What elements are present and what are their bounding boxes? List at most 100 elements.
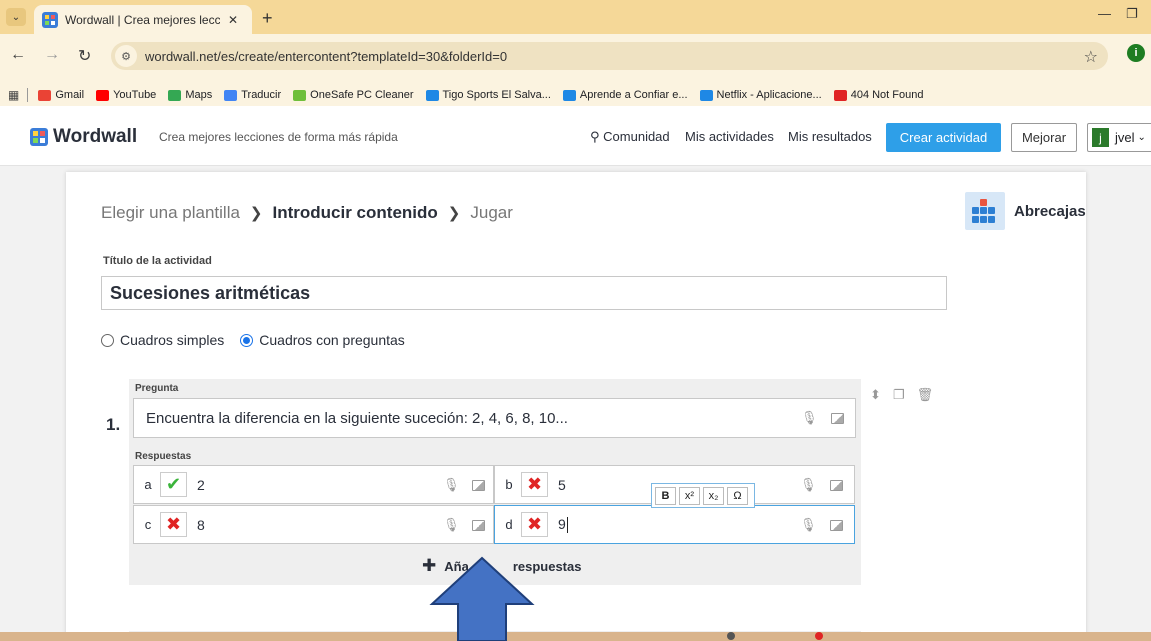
- template-boxes-icon[interactable]: [965, 192, 1005, 230]
- bookmark-star-icon[interactable]: ☆: [1084, 47, 1098, 67]
- bookmark-item[interactable]: Netflix - Aplicacione...: [699, 89, 822, 101]
- answer-text-editing[interactable]: 9: [558, 516, 568, 534]
- answer-letter: b: [505, 477, 513, 492]
- microphone-icon[interactable]: 🎙: [443, 517, 460, 533]
- reload-icon[interactable]: ↻: [78, 46, 91, 66]
- bookmark-favicon-icon: [293, 89, 307, 101]
- bookmark-item[interactable]: Aprende a Confiar e...: [562, 89, 688, 101]
- bookmark-label: Maps: [185, 89, 213, 101]
- user-menu[interactable]: j jvel ⌄: [1087, 123, 1151, 152]
- bookmark-favicon-icon: [168, 89, 182, 101]
- taskbar-app-icon[interactable]: [815, 632, 823, 640]
- microphone-icon[interactable]: 🎙: [443, 477, 460, 493]
- logo-text: Wordwall: [53, 126, 138, 147]
- answer-text[interactable]: 8: [197, 517, 205, 533]
- radio-simple-circle[interactable]: [101, 333, 114, 347]
- forward-icon[interactable]: →: [44, 46, 60, 64]
- superscript-button[interactable]: x²: [679, 486, 700, 505]
- subscript-button[interactable]: x₂: [703, 486, 724, 505]
- answer-c[interactable]: c ✖ 8 🎙: [133, 505, 494, 544]
- bookmark-favicon-icon: [699, 89, 713, 101]
- microphone-icon[interactable]: 🎙: [801, 410, 818, 426]
- trash-icon[interactable]: 🗑: [917, 387, 934, 403]
- nav-community-label: Comunidad: [603, 129, 670, 144]
- chevron-right-icon: ❯: [249, 205, 263, 222]
- radio-questions-circle[interactable]: [240, 333, 254, 347]
- answer-text[interactable]: 5: [558, 477, 566, 493]
- image-icon[interactable]: [830, 520, 843, 531]
- text-format-toolbar: B x² x₂ Ω: [651, 483, 755, 508]
- up-arrow-annotation-icon: [429, 556, 535, 641]
- breadcrumb-enter-content: Introducir contenido: [272, 203, 438, 222]
- activity-title-input[interactable]: Sucesiones aritméticas: [101, 276, 947, 310]
- nav-my-results[interactable]: Mis resultados: [788, 129, 872, 144]
- duplicate-icon[interactable]: ❐: [893, 387, 905, 403]
- image-icon[interactable]: [472, 480, 485, 491]
- back-icon[interactable]: ←: [10, 46, 26, 64]
- user-name: jvel: [1115, 130, 1135, 145]
- bookmark-item[interactable]: OneSafe PC Cleaner: [293, 89, 414, 101]
- active-tab[interactable]: Wordwall | Crea mejores leccion ✕: [34, 5, 252, 34]
- answer-text[interactable]: 2: [197, 477, 205, 493]
- microphone-icon[interactable]: 🎙: [800, 477, 817, 493]
- bold-button[interactable]: B: [655, 486, 676, 505]
- answer-letter: d: [505, 517, 513, 532]
- bookmark-item[interactable]: Tigo Sports El Salva...: [425, 89, 551, 101]
- image-icon[interactable]: [472, 520, 485, 531]
- bookmark-item[interactable]: Traducir: [224, 89, 281, 101]
- breadcrumb-choose-template[interactable]: Elegir una plantilla: [101, 203, 240, 223]
- bookmark-label: Gmail: [55, 89, 85, 101]
- symbol-button[interactable]: Ω: [727, 486, 748, 505]
- profile-avatar[interactable]: i: [1127, 44, 1145, 62]
- chevron-down-icon: ⌄: [1137, 132, 1146, 143]
- nav-community[interactable]: ⚲ Comunidad: [590, 129, 670, 145]
- bookmark-item[interactable]: 404 Not Found: [833, 89, 924, 101]
- correct-check-icon[interactable]: ✔: [160, 472, 187, 497]
- wordwall-logo[interactable]: Wordwall: [30, 126, 137, 148]
- wordwall-logo-icon: [30, 128, 48, 146]
- bookmark-label: Netflix - Aplicacione...: [716, 89, 822, 101]
- restore-icon[interactable]: ❐: [1126, 6, 1138, 22]
- incorrect-x-icon[interactable]: ✖: [521, 512, 548, 537]
- taskbar-strip: [0, 632, 1151, 641]
- bookmark-item[interactable]: YouTube: [96, 89, 156, 101]
- bookmark-favicon-icon: [562, 89, 576, 101]
- answer-a[interactable]: a ✔ 2 🎙: [133, 465, 494, 504]
- browser-toolbar: ← → ↻ ⚙ wordwall.net/es/create/entercont…: [0, 34, 1151, 84]
- url-text[interactable]: wordwall.net/es/create/entercontent?temp…: [145, 49, 507, 64]
- chevron-right-icon: ❯: [447, 205, 461, 222]
- microphone-icon[interactable]: 🎙: [800, 517, 817, 533]
- bookmark-favicon-icon: [224, 89, 238, 101]
- address-bar[interactable]: ⚙ wordwall.net/es/create/entercontent?te…: [111, 42, 1108, 70]
- incorrect-x-icon[interactable]: ✖: [160, 512, 187, 537]
- image-icon[interactable]: [830, 480, 843, 491]
- tab-search-button[interactable]: ⌄: [6, 8, 26, 26]
- question-input[interactable]: Encuentra la diferencia en la siguiente …: [133, 398, 856, 438]
- wordwall-favicon-icon: [42, 11, 58, 28]
- template-name[interactable]: Abrecajas: [1014, 203, 1086, 220]
- site-info-icon[interactable]: ⚙: [115, 45, 137, 67]
- tab-close-icon[interactable]: ✕: [228, 13, 238, 27]
- radio-simple-boxes[interactable]: Cuadros simples: [101, 332, 224, 348]
- bookmark-favicon-icon: [425, 89, 439, 101]
- taskbar-app-icon[interactable]: [727, 632, 735, 640]
- answer-d[interactable]: d ✖ 9 🎙: [494, 505, 855, 544]
- apps-grid-icon[interactable]: ▦: [8, 88, 19, 102]
- nav-my-activities[interactable]: Mis actividades: [685, 129, 774, 144]
- radio-question-boxes[interactable]: Cuadros con preguntas: [240, 332, 405, 348]
- incorrect-x-icon[interactable]: ✖: [521, 472, 548, 497]
- bookmark-item[interactable]: Maps: [168, 89, 212, 101]
- question-label: Pregunta: [135, 383, 179, 394]
- upgrade-button[interactable]: Mejorar: [1011, 123, 1077, 152]
- answer-letter: a: [144, 477, 152, 492]
- user-avatar: j: [1092, 128, 1109, 147]
- image-icon[interactable]: [831, 413, 844, 424]
- minimize-icon[interactable]: —: [1098, 6, 1111, 21]
- create-activity-button[interactable]: Crear actividad: [886, 123, 1001, 152]
- bookmark-item[interactable]: Gmail: [38, 89, 84, 101]
- bookmarks-bar: ▦ Gmail YouTube Maps Traducir OneSafe PC Cle…: [0, 84, 1151, 106]
- reorder-arrows-icon[interactable]: ⬍: [870, 387, 881, 403]
- bookmark-label: 404 Not Found: [850, 89, 924, 101]
- breadcrumb-play[interactable]: Jugar: [470, 203, 513, 223]
- new-tab-button[interactable]: +: [262, 8, 273, 29]
